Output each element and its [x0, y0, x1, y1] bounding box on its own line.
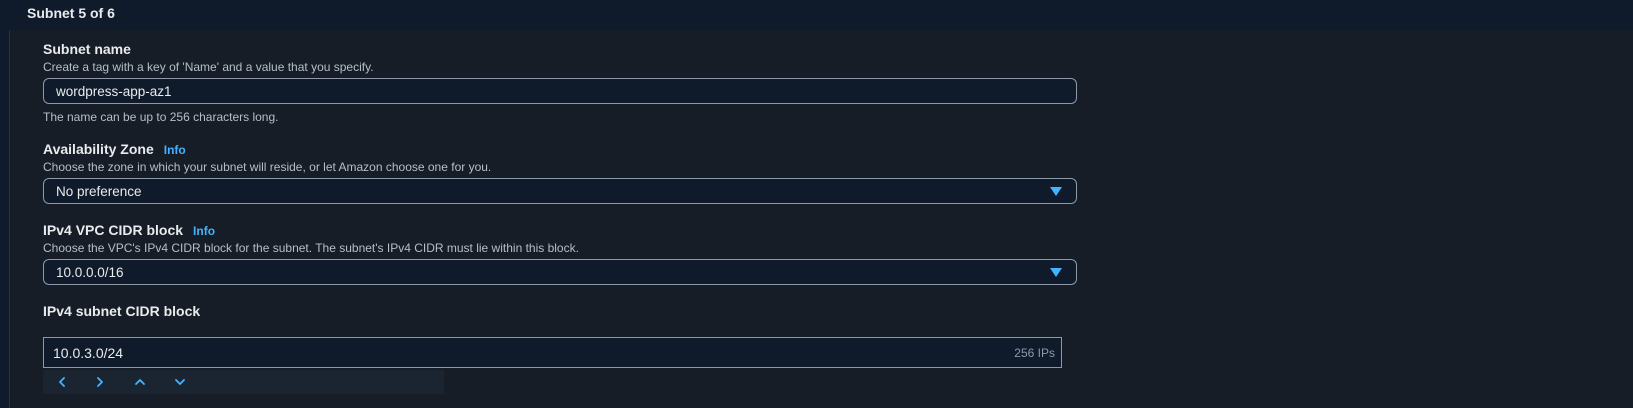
- vpc-cidr-select[interactable]: 10.0.0.0/16: [43, 259, 1077, 285]
- cidr-stepper-toolbar: [43, 370, 444, 394]
- vpc-cidr-label: IPv4 VPC CIDR block Info: [43, 222, 215, 238]
- availability-zone-info-link[interactable]: Info: [164, 143, 186, 157]
- cidr-next-button[interactable]: [85, 370, 115, 394]
- vpc-cidr-label-text: IPv4 VPC CIDR block: [43, 222, 184, 238]
- vpc-cidr-selected: 10.0.0.0/16: [56, 265, 124, 280]
- subnet-settings-page: Subnet 5 of 6 Subnet name Create a tag w…: [0, 0, 1633, 408]
- subnet-cidr-label: IPv4 subnet CIDR block: [43, 303, 201, 319]
- subnet-cidr-value: 10.0.3.0/24: [53, 345, 124, 361]
- subnet-name-value: wordpress-app-az1: [56, 84, 172, 99]
- caret-down-icon: [1050, 268, 1062, 277]
- chevron-down-icon: [175, 379, 185, 385]
- availability-zone-description: Choose the zone in which your subnet wil…: [43, 160, 492, 174]
- subnet-cidr-input[interactable]: 10.0.3.0/24 256 IPs: [43, 337, 1062, 368]
- vpc-cidr-description: Choose the VPC's IPv4 CIDR block for the…: [43, 241, 579, 255]
- availability-zone-select[interactable]: No preference: [43, 178, 1077, 204]
- chevron-up-icon: [135, 379, 145, 385]
- availability-zone-selected: No preference: [56, 184, 142, 199]
- section-title: Subnet 5 of 6: [27, 5, 115, 21]
- subnet-name-input[interactable]: wordpress-app-az1: [43, 78, 1077, 104]
- availability-zone-label: Availability Zone Info: [43, 141, 186, 157]
- chevron-right-icon: [97, 377, 103, 387]
- cidr-prev-button[interactable]: [47, 370, 77, 394]
- subnet-cidr-ip-count: 256 IPs: [1014, 346, 1055, 360]
- caret-down-icon: [1050, 187, 1062, 196]
- subnet-name-description: Create a tag with a key of 'Name' and a …: [43, 60, 374, 74]
- cidr-decrement-button[interactable]: [165, 370, 195, 394]
- subnet-name-constraint: The name can be up to 256 characters lon…: [43, 110, 279, 124]
- chevron-left-icon: [59, 377, 65, 387]
- availability-zone-label-text: Availability Zone: [43, 141, 154, 157]
- subnet-name-label: Subnet name: [43, 41, 131, 57]
- vpc-cidr-info-link[interactable]: Info: [193, 224, 215, 238]
- cidr-increment-button[interactable]: [125, 370, 155, 394]
